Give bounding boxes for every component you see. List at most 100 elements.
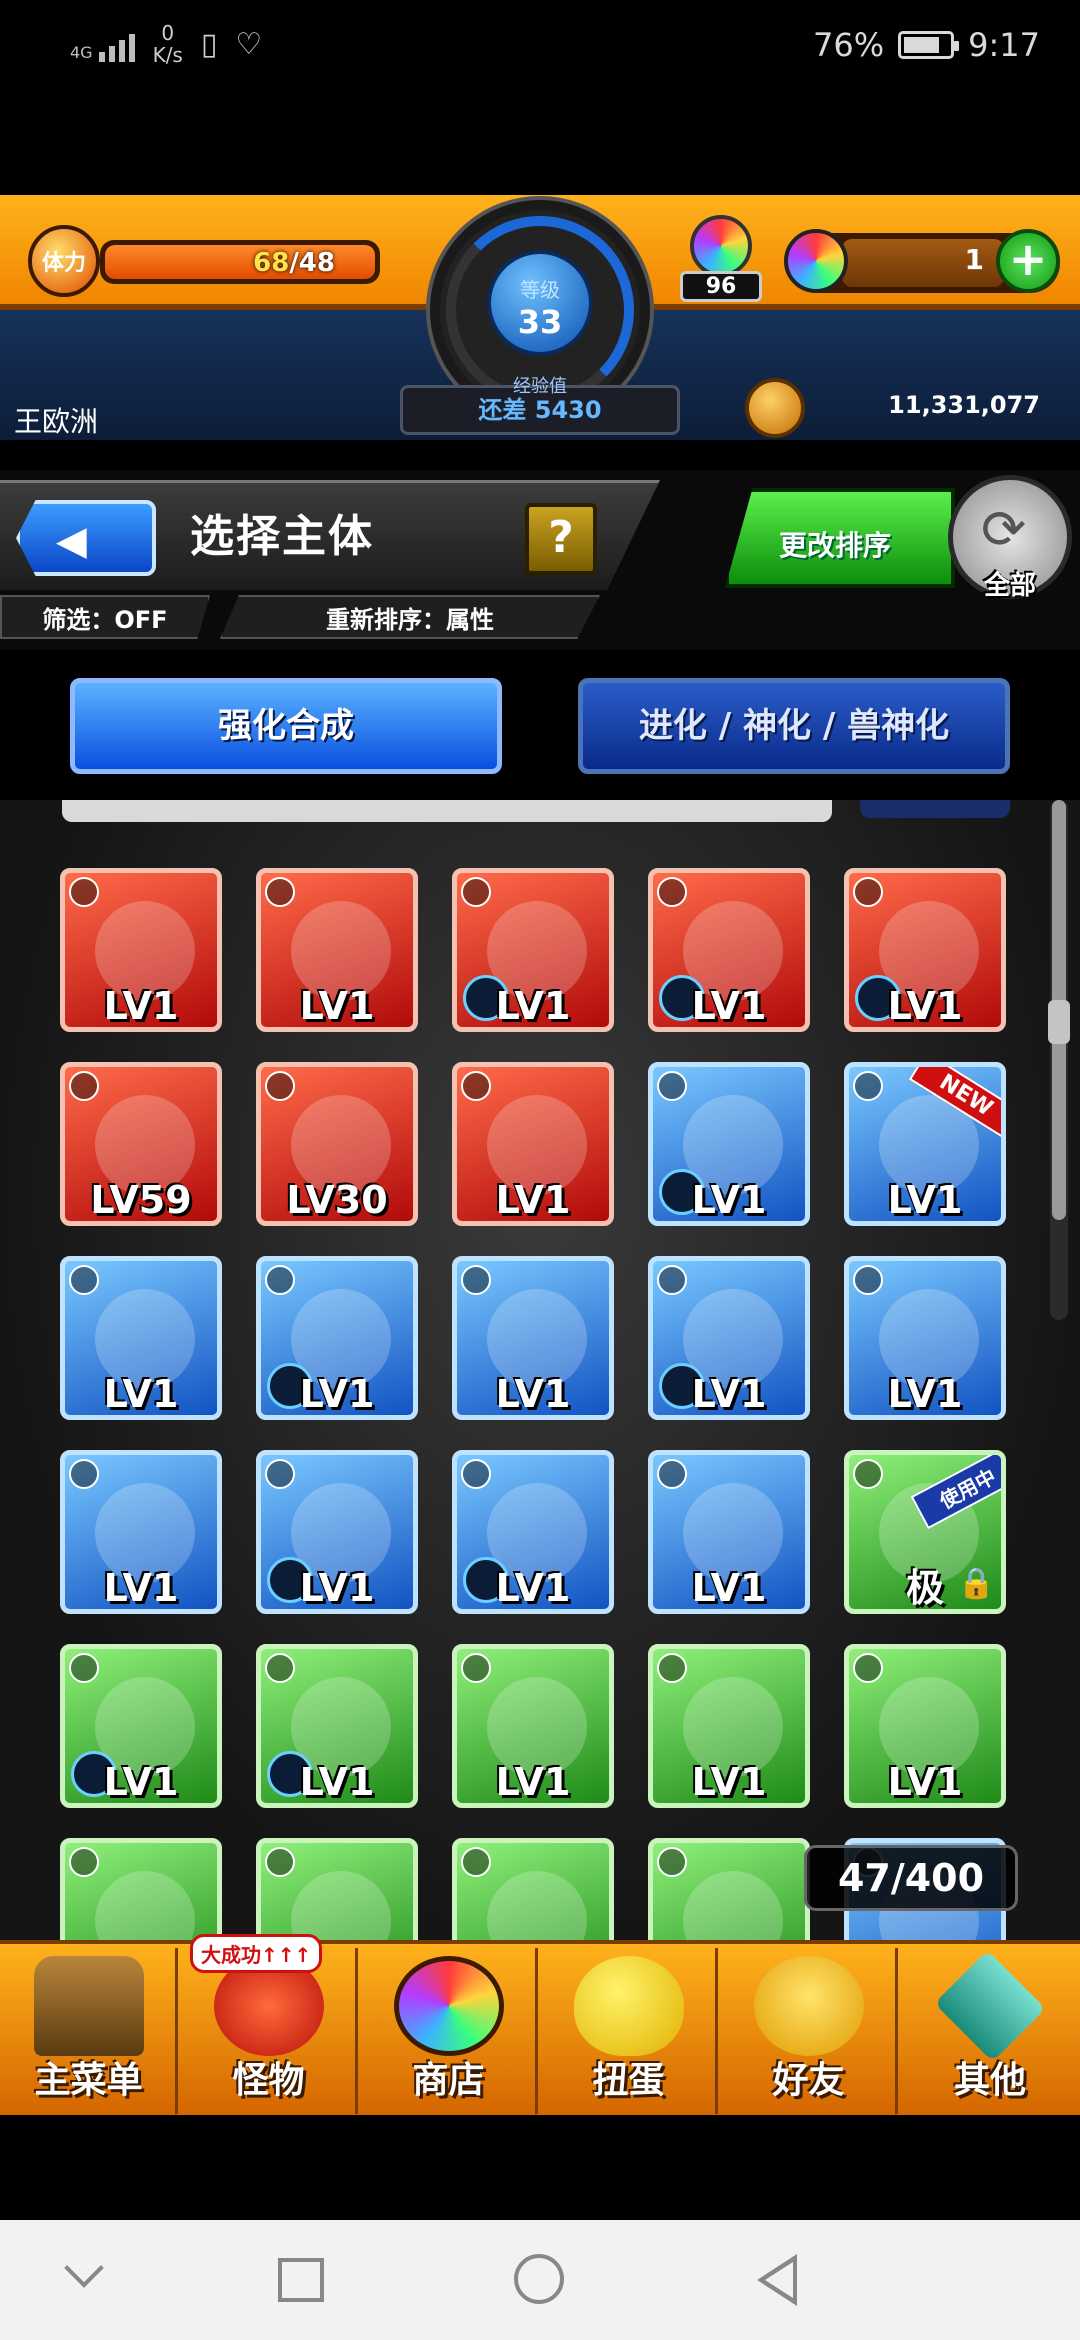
monster-box: LV1 LV1 LV1 LV1 LV1 LV59 LV30 LV1 LV1 NEW LV1 LV1 LV… (0, 800, 1080, 1940)
monster-grid: LV1 LV1 LV1 LV1 LV1 LV59 LV30 LV1 LV1 NEW LV1 LV1 LV… (60, 868, 1006, 1940)
orb-counter[interactable]: 96 (680, 215, 762, 307)
monster-card[interactable]: LV1 (256, 1450, 418, 1614)
monster-card[interactable]: LV1 (648, 1450, 810, 1614)
filter-toggle[interactable]: 筛选：OFF (0, 595, 210, 639)
monster-level: LV1 (887, 1178, 963, 1222)
monster-card[interactable]: LV1 (648, 1644, 810, 1808)
wood-element-icon (265, 1847, 295, 1877)
nav-main-menu[interactable]: 主菜单 (2, 1948, 178, 2114)
monster-card[interactable]: LV1 (844, 868, 1006, 1032)
monster-card[interactable]: LV1 (256, 1256, 418, 1420)
add-gem-button[interactable]: + (996, 229, 1060, 293)
monster-card[interactable]: LV1 (648, 868, 810, 1032)
recents-button[interactable] (278, 2258, 324, 2302)
nav-badge: 大成功↑↑↑ (190, 1934, 323, 1973)
monster-card[interactable]: LV59 (60, 1062, 222, 1226)
vibrate-icon: ▯ (200, 26, 218, 62)
monster-card[interactable] (648, 1838, 810, 1940)
monster-card[interactable]: LV1 (60, 868, 222, 1032)
monster-card[interactable]: LV1 (60, 1450, 222, 1614)
fire-element-icon (461, 1071, 491, 1101)
monster-card[interactable]: LV1 (648, 1062, 810, 1226)
monster-level: LV1 (691, 1178, 767, 1222)
monster-card[interactable]: LV1 (452, 1062, 614, 1226)
orb-count: 96 (680, 271, 762, 302)
home-button[interactable] (514, 2254, 564, 2304)
water-element-icon (69, 1459, 99, 1489)
monster-card[interactable]: LV1 (452, 868, 614, 1032)
monster-portrait (95, 1871, 195, 1940)
monster-portrait (683, 1871, 783, 1940)
level-label: 等级 (520, 278, 560, 302)
monster-level: LV1 (495, 1760, 571, 1804)
monster-card[interactable]: LV30 (256, 1062, 418, 1226)
back-button[interactable]: ◀ (16, 500, 156, 576)
monster-level: LV1 (691, 984, 767, 1028)
system-nav-bar (0, 2220, 1080, 2340)
monster-card[interactable]: LV1 (648, 1256, 810, 1420)
monster-card[interactable]: LV1 (60, 1256, 222, 1420)
back-button-system[interactable] (757, 2254, 797, 2306)
water-element-icon (461, 1459, 491, 1489)
username: 王欧洲 (14, 405, 99, 438)
monster-card[interactable]: LV1 (256, 868, 418, 1032)
monster-card[interactable] (256, 1838, 418, 1940)
wood-element-icon (69, 1847, 99, 1877)
nav-other[interactable]: 其他 (902, 1948, 1078, 2114)
monster-card[interactable]: LV1 (452, 1450, 614, 1614)
monster-card[interactable]: 使用中 🔒 极 (844, 1450, 1006, 1614)
show-all-button[interactable]: ⟳ 全部 (948, 475, 1072, 601)
monster-level: LV1 (691, 1760, 767, 1804)
fire-element-icon (265, 877, 295, 907)
monster-level: LV1 (299, 1372, 375, 1416)
monster-level: LV1 (299, 984, 375, 1028)
title-panel: ◀ 选择主体 ? 筛选：OFF 重新排序：属性 更改排序 ⟳ 全部 (0, 470, 1080, 650)
wood-element-icon (265, 1653, 295, 1683)
change-sort-button[interactable]: 更改排序 (725, 488, 955, 588)
wood-element-icon (853, 1653, 883, 1683)
gem-icon (784, 229, 848, 293)
castle-gate-icon (33, 1956, 144, 2056)
tab-evolve[interactable]: 进化 / 神化 / 兽神化 (578, 678, 1010, 774)
nav-shop[interactable]: 商店 (362, 1948, 538, 2114)
show-all-label: 全部 (983, 571, 1036, 601)
gem-count: 1 (964, 243, 984, 276)
fire-element-icon (69, 1071, 99, 1101)
fire-element-icon (853, 877, 883, 907)
water-element-icon (657, 1459, 687, 1489)
monster-card[interactable] (452, 1838, 614, 1940)
monster-card[interactable]: LV1 (452, 1644, 614, 1808)
water-element-icon (853, 1265, 883, 1295)
refresh-icon: ⟳ (981, 498, 1027, 561)
monster-card[interactable]: LV1 (844, 1256, 1006, 1420)
resort-toggle[interactable]: 重新排序：属性 (220, 595, 600, 639)
nav-gacha[interactable]: 扭蛋 (542, 1948, 718, 2114)
monster-card[interactable]: LV1 (256, 1644, 418, 1808)
monster-portrait (291, 1871, 391, 1940)
egg-icon (573, 1956, 684, 2056)
help-button[interactable]: ? (525, 503, 597, 575)
monster-level: 极 (905, 1566, 944, 1610)
monster-level: LV1 (887, 1760, 963, 1804)
monster-card[interactable]: LV1 (452, 1256, 614, 1420)
player-hud: 体力 68/48 等级 33 经验值 还差 5430 96 1 + 王欧洲 11… (0, 195, 1080, 440)
monster-card[interactable]: LV1 (844, 1644, 1006, 1808)
wood-element-icon (657, 1847, 687, 1877)
monster-level: LV1 (691, 1566, 767, 1610)
monster-card[interactable]: LV1 (60, 1644, 222, 1808)
level-value: 33 (517, 303, 563, 341)
fire-element-icon (265, 1071, 295, 1101)
tab-enhance[interactable]: 强化合成 (70, 678, 502, 774)
stamina-max: /48 (289, 248, 335, 278)
collapse-icon[interactable] (64, 2248, 104, 2288)
monster-level: LV1 (103, 1760, 179, 1804)
scrollbar[interactable] (1048, 800, 1070, 1320)
water-element-icon (265, 1265, 295, 1295)
monster-card[interactable]: NEW LV1 (844, 1062, 1006, 1226)
scrollbar-grip[interactable] (1048, 1000, 1070, 1044)
monster-card[interactable] (60, 1838, 222, 1940)
nav-friends[interactable]: 好友 (722, 1948, 898, 2114)
wood-element-icon (461, 1653, 491, 1683)
gem-bar: 1 + (784, 229, 1060, 293)
monster-level: LV1 (691, 1372, 767, 1416)
